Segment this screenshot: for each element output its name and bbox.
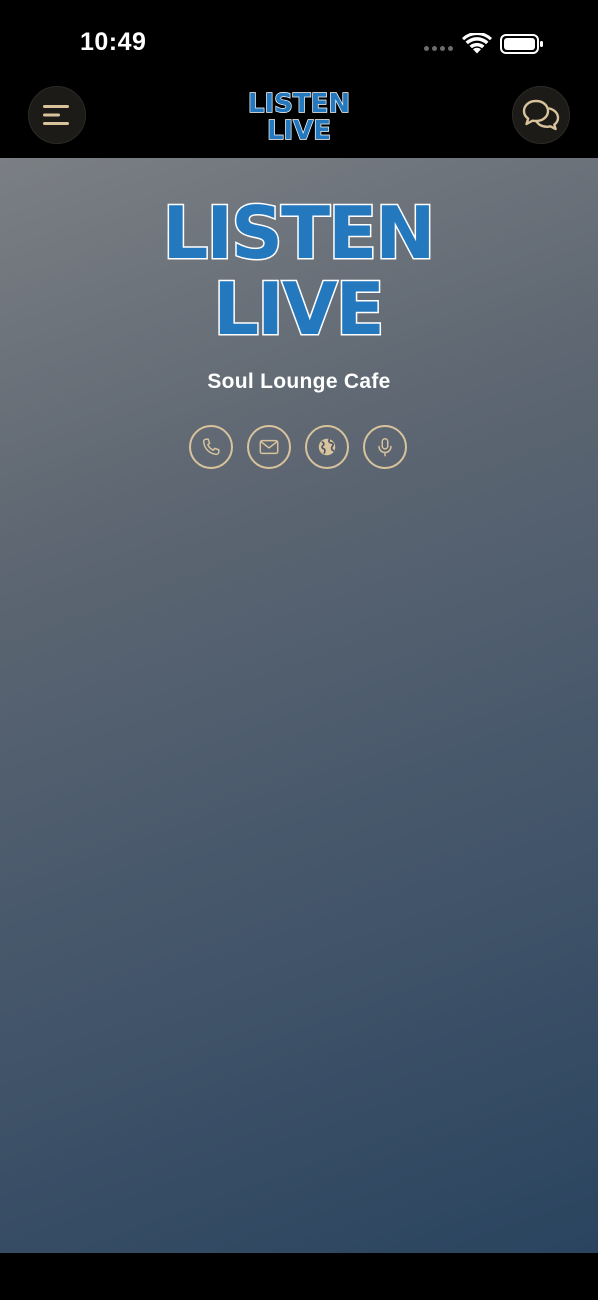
globe-icon [318, 438, 336, 456]
logo-text-line1: LISTEN [248, 89, 350, 119]
call-button[interactable] [189, 425, 233, 469]
listen-button[interactable] [363, 425, 407, 469]
menu-icon [43, 105, 69, 125]
chat-bubbles-icon [522, 99, 560, 131]
mail-icon [259, 439, 279, 455]
phone-icon [202, 438, 220, 456]
email-button[interactable] [247, 425, 291, 469]
station-logo-line2: LIVE [213, 267, 383, 338]
app-logo: LISTEN LIVE [247, 88, 351, 144]
app-screen: 10:49 LISTEN LIVE LISTEN LIVE Soul Loung… [0, 0, 598, 1300]
station-name: Soul Lounge Cafe [207, 370, 391, 393]
cellular-signal-icon [424, 46, 453, 51]
bottom-bar [0, 1253, 598, 1300]
station-logo-line1: LISTEN [162, 191, 433, 275]
station-logo: LISTEN LIVE [161, 190, 437, 338]
status-time: 10:49 [80, 28, 147, 56]
menu-button[interactable] [28, 86, 86, 144]
website-button[interactable] [305, 425, 349, 469]
status-bar: 10:49 [0, 0, 598, 82]
microphone-icon [378, 438, 392, 457]
battery-icon [500, 34, 543, 54]
nav-bar: LISTEN LIVE [0, 82, 598, 158]
chat-button[interactable] [512, 86, 570, 144]
station-actions [189, 425, 407, 469]
station-content: LISTEN LIVE Soul Lounge Cafe [0, 158, 598, 1253]
logo-text-line2: LIVE [267, 116, 331, 144]
wifi-icon [462, 33, 492, 54]
